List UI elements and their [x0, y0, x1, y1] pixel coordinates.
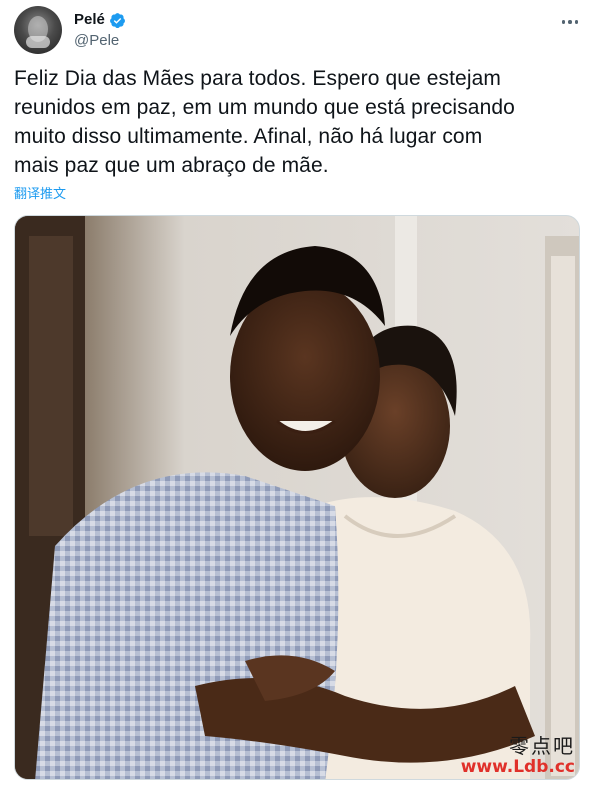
- dot: [574, 20, 579, 24]
- dot: [568, 20, 572, 24]
- tweet-text-line: Feliz Dia das Mães para todos. Espero qu…: [14, 67, 501, 90]
- dot: [561, 20, 566, 24]
- author-avatar[interactable]: [14, 6, 62, 54]
- photo-image-icon: [15, 216, 579, 779]
- tweet-text: Feliz Dia das Mães para todos. Espero qu…: [14, 64, 584, 180]
- name-row: Pelé: [74, 10, 126, 30]
- verified-badge-icon: [109, 12, 125, 28]
- tweet-text-line: reunidos em paz, em um mundo que está pr…: [14, 96, 515, 119]
- tweet-text-line: mais paz que um abraço de mãe.: [14, 154, 329, 177]
- tweet-text-line: muito disso ultimamente. Afinal, não há …: [14, 125, 483, 148]
- author-handle[interactable]: @Pele: [74, 31, 126, 51]
- tweet-photo[interactable]: 零点吧 www.Ldb.cc: [14, 215, 580, 780]
- translate-tweet-link[interactable]: 翻译推文: [14, 185, 66, 203]
- author-names: Pelé @Pele: [74, 10, 126, 51]
- avatar-hands: [26, 36, 50, 48]
- author-display-name[interactable]: Pelé: [74, 10, 105, 30]
- tweet-header: Pelé @Pele: [14, 6, 582, 56]
- tweet-card: Pelé @Pele Feliz Dia das Mães para todos…: [0, 0, 594, 790]
- more-options-icon[interactable]: [558, 12, 582, 32]
